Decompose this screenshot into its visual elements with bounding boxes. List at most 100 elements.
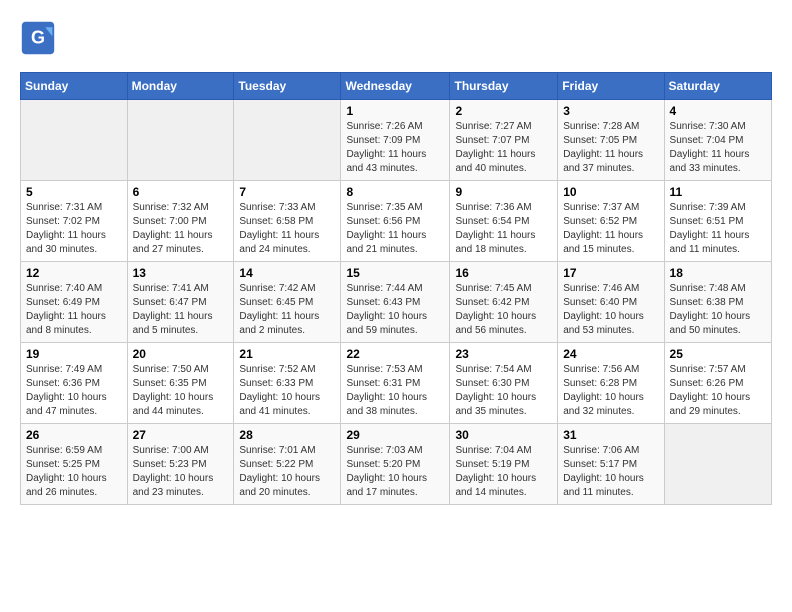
day-info: Sunrise: 7:57 AM Sunset: 6:26 PM Dayligh…	[670, 363, 766, 419]
calendar-cell: 20 Sunrise: 7:50 AM Sunset: 6:35 PM Dayli…	[127, 343, 234, 424]
logo: G	[20, 20, 60, 56]
day-info: Sunrise: 7:56 AM Sunset: 6:28 PM Dayligh…	[563, 363, 658, 419]
day-info: Sunrise: 7:50 AM Sunset: 6:35 PM Dayligh…	[133, 363, 229, 419]
logo-icon: G	[20, 20, 56, 56]
weekday-saturday: Saturday	[664, 73, 771, 100]
calendar-cell: 13 Sunrise: 7:41 AM Sunset: 6:47 PM Dayli…	[127, 262, 234, 343]
day-number: 22	[346, 347, 444, 361]
day-info: Sunrise: 7:37 AM Sunset: 6:52 PM Dayligh…	[563, 201, 658, 257]
calendar-cell: 3Sunrise: 7:28 AM Sunset: 7:05 PM Daylig…	[558, 100, 664, 181]
calendar-cell: 10 Sunrise: 7:37 AM Sunset: 6:52 PM Dayli…	[558, 181, 664, 262]
calendar-cell: 11 Sunrise: 7:39 AM Sunset: 6:51 PM Dayli…	[664, 181, 771, 262]
calendar-cell	[21, 100, 128, 181]
day-number: 29	[346, 428, 444, 442]
calendar-cell: 16Sunrise: 7:45 AM Sunset: 6:42 PM Dayli…	[450, 262, 558, 343]
calendar-header: SundayMondayTuesdayWednesdayThursdayFrid…	[21, 73, 772, 100]
day-number: 20	[133, 347, 229, 361]
day-info: Sunrise: 7:44 AM Sunset: 6:43 PM Dayligh…	[346, 282, 444, 338]
day-number: 18	[670, 266, 766, 280]
day-info: Sunrise: 7:39 AM Sunset: 6:51 PM Dayligh…	[670, 201, 766, 257]
calendar-cell: 5 Sunrise: 7:31 AM Sunset: 7:02 PM Daylig…	[21, 181, 128, 262]
calendar-cell: 8 Sunrise: 7:35 AM Sunset: 6:56 PM Daylig…	[341, 181, 450, 262]
calendar-cell: 19 Sunrise: 7:49 AM Sunset: 6:36 PM Dayli…	[21, 343, 128, 424]
day-info: Sunrise: 7:06 AM Sunset: 5:17 PM Dayligh…	[563, 444, 658, 500]
day-number: 1	[346, 104, 444, 118]
day-info: Sunrise: 7:46 AM Sunset: 6:40 PM Dayligh…	[563, 282, 658, 338]
calendar-body: 1 Sunrise: 7:26 AM Sunset: 7:09 PM Daylig…	[21, 100, 772, 505]
calendar-cell: 9 Sunrise: 7:36 AM Sunset: 6:54 PM Daylig…	[450, 181, 558, 262]
calendar-table: SundayMondayTuesdayWednesdayThursdayFrid…	[20, 72, 772, 505]
day-number: 28	[239, 428, 335, 442]
calendar-cell: 28 Sunrise: 7:01 AM Sunset: 5:22 PM Dayli…	[234, 424, 341, 505]
day-number: 6	[133, 185, 229, 199]
day-number: 12	[26, 266, 122, 280]
calendar-cell: 14Sunrise: 7:42 AM Sunset: 6:45 PM Dayli…	[234, 262, 341, 343]
weekday-sunday: Sunday	[21, 73, 128, 100]
day-info: Sunrise: 7:35 AM Sunset: 6:56 PM Dayligh…	[346, 201, 444, 257]
day-info: Sunrise: 7:00 AM Sunset: 5:23 PM Dayligh…	[133, 444, 229, 500]
day-info: Sunrise: 6:59 AM Sunset: 5:25 PM Dayligh…	[26, 444, 122, 500]
weekday-wednesday: Wednesday	[341, 73, 450, 100]
day-number: 31	[563, 428, 658, 442]
day-info: Sunrise: 7:49 AM Sunset: 6:36 PM Dayligh…	[26, 363, 122, 419]
day-info: Sunrise: 7:40 AM Sunset: 6:49 PM Dayligh…	[26, 282, 122, 338]
calendar-cell: 26 Sunrise: 6:59 AM Sunset: 5:25 PM Dayli…	[21, 424, 128, 505]
day-number: 23	[455, 347, 552, 361]
calendar-cell	[127, 100, 234, 181]
calendar-cell	[664, 424, 771, 505]
calendar-cell: 22 Sunrise: 7:53 AM Sunset: 6:31 PM Dayli…	[341, 343, 450, 424]
day-number: 3	[563, 104, 658, 118]
calendar-cell	[234, 100, 341, 181]
weekday-thursday: Thursday	[450, 73, 558, 100]
calendar-cell: 25 Sunrise: 7:57 AM Sunset: 6:26 PM Dayli…	[664, 343, 771, 424]
day-number: 14	[239, 266, 335, 280]
calendar-cell: 24 Sunrise: 7:56 AM Sunset: 6:28 PM Dayli…	[558, 343, 664, 424]
day-number: 7	[239, 185, 335, 199]
calendar-cell: 29 Sunrise: 7:03 AM Sunset: 5:20 PM Dayli…	[341, 424, 450, 505]
day-number: 27	[133, 428, 229, 442]
day-number: 5	[26, 185, 122, 199]
calendar-cell: 4 Sunrise: 7:30 AM Sunset: 7:04 PM Daylig…	[664, 100, 771, 181]
calendar-cell: 7 Sunrise: 7:33 AM Sunset: 6:58 PM Daylig…	[234, 181, 341, 262]
day-number: 25	[670, 347, 766, 361]
day-info: Sunrise: 7:33 AM Sunset: 6:58 PM Dayligh…	[239, 201, 335, 257]
weekday-monday: Monday	[127, 73, 234, 100]
calendar-cell: 18 Sunrise: 7:48 AM Sunset: 6:38 PM Dayli…	[664, 262, 771, 343]
day-info: Sunrise: 7:27 AM Sunset: 7:07 PM Dayligh…	[455, 120, 552, 176]
calendar-cell: 27 Sunrise: 7:00 AM Sunset: 5:23 PM Dayli…	[127, 424, 234, 505]
day-info: Sunrise: 7:32 AM Sunset: 7:00 PM Dayligh…	[133, 201, 229, 257]
day-info: Sunrise: 7:52 AM Sunset: 6:33 PM Dayligh…	[239, 363, 335, 419]
day-info: Sunrise: 7:48 AM Sunset: 6:38 PM Dayligh…	[670, 282, 766, 338]
day-info: Sunrise: 7:26 AM Sunset: 7:09 PM Dayligh…	[346, 120, 444, 176]
day-number: 24	[563, 347, 658, 361]
calendar-week-3: 12 Sunrise: 7:40 AM Sunset: 6:49 PM Dayli…	[21, 262, 772, 343]
day-number: 4	[670, 104, 766, 118]
calendar-cell: 30Sunrise: 7:04 AM Sunset: 5:19 PM Dayli…	[450, 424, 558, 505]
day-number: 2	[455, 104, 552, 118]
day-number: 26	[26, 428, 122, 442]
day-number: 19	[26, 347, 122, 361]
calendar-cell: 6 Sunrise: 7:32 AM Sunset: 7:00 PM Daylig…	[127, 181, 234, 262]
day-info: Sunrise: 7:03 AM Sunset: 5:20 PM Dayligh…	[346, 444, 444, 500]
page-header: G	[20, 20, 772, 56]
day-info: Sunrise: 7:01 AM Sunset: 5:22 PM Dayligh…	[239, 444, 335, 500]
day-info: Sunrise: 7:54 AM Sunset: 6:30 PM Dayligh…	[455, 363, 552, 419]
day-number: 13	[133, 266, 229, 280]
day-number: 11	[670, 185, 766, 199]
weekday-tuesday: Tuesday	[234, 73, 341, 100]
day-info: Sunrise: 7:53 AM Sunset: 6:31 PM Dayligh…	[346, 363, 444, 419]
day-number: 16	[455, 266, 552, 280]
day-info: Sunrise: 7:30 AM Sunset: 7:04 PM Dayligh…	[670, 120, 766, 176]
calendar-cell: 2 Sunrise: 7:27 AM Sunset: 7:07 PM Daylig…	[450, 100, 558, 181]
calendar-cell: 31 Sunrise: 7:06 AM Sunset: 5:17 PM Dayli…	[558, 424, 664, 505]
day-number: 30	[455, 428, 552, 442]
calendar-week-1: 1 Sunrise: 7:26 AM Sunset: 7:09 PM Daylig…	[21, 100, 772, 181]
day-number: 10	[563, 185, 658, 199]
day-number: 9	[455, 185, 552, 199]
day-number: 8	[346, 185, 444, 199]
day-info: Sunrise: 7:31 AM Sunset: 7:02 PM Dayligh…	[26, 201, 122, 257]
calendar-cell: 12 Sunrise: 7:40 AM Sunset: 6:49 PM Dayli…	[21, 262, 128, 343]
day-info: Sunrise: 7:36 AM Sunset: 6:54 PM Dayligh…	[455, 201, 552, 257]
weekday-friday: Friday	[558, 73, 664, 100]
day-info: Sunrise: 7:41 AM Sunset: 6:47 PM Dayligh…	[133, 282, 229, 338]
